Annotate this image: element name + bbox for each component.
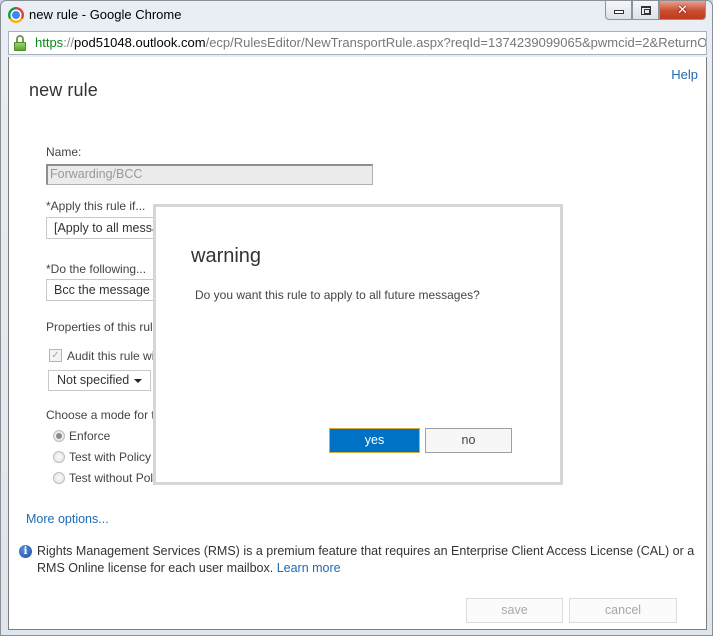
info-icon: i	[19, 545, 32, 558]
url-text[interactable]: https://pod51048.outlook.com/ecp/RulesEd…	[35, 32, 707, 54]
url-scheme: https	[35, 35, 64, 50]
lock-icon	[13, 35, 27, 51]
window-controls: ✕	[605, 1, 706, 21]
url-separator: ://	[63, 35, 75, 50]
apply-if-label: *Apply this rule if...	[46, 199, 146, 213]
radio-enforce[interactable]	[53, 430, 65, 442]
more-options-link[interactable]: More options...	[26, 512, 109, 526]
do-following-label: *Do the following...	[46, 262, 147, 276]
radio-enforce-label: Enforce	[69, 429, 111, 443]
cancel-button[interactable]: cancel	[569, 598, 677, 623]
name-field[interactable]: Forwarding/BCC	[46, 164, 373, 185]
help-link[interactable]: Help	[671, 67, 698, 82]
yes-button[interactable]: yes	[329, 428, 420, 453]
audit-checkbox[interactable]: ✓	[49, 349, 62, 362]
severity-value: Not specified	[57, 373, 130, 387]
name-label: Name:	[46, 145, 82, 159]
maximize-button[interactable]	[632, 1, 659, 20]
minimize-icon	[613, 10, 624, 14]
close-button[interactable]: ✕	[659, 1, 706, 20]
rms-info-message: Rights Management Services (RMS) is a pr…	[37, 544, 695, 575]
rms-info-text: Rights Management Services (RMS) is a pr…	[37, 543, 702, 577]
page-title: new rule	[29, 80, 98, 100]
window-title: new rule - Google Chrome	[29, 7, 182, 22]
maximize-icon	[640, 5, 651, 15]
no-button[interactable]: no	[425, 428, 512, 453]
title-bar: new rule - Google Chrome ✕	[1, 1, 712, 29]
browser-window: new rule - Google Chrome ✕ https://pod51…	[0, 0, 713, 636]
chevron-down-icon	[134, 379, 142, 383]
chrome-logo-icon	[8, 7, 24, 23]
properties-label: Properties of this rule:	[46, 320, 163, 334]
severity-select[interactable]: Not specified	[48, 370, 151, 391]
address-bar[interactable]: https://pod51048.outlook.com/ecp/RulesEd…	[8, 31, 707, 55]
dialog-message: Do you want this rule to apply to all fu…	[195, 288, 480, 302]
url-path: /ecp/RulesEditor/NewTransportRule.aspx?r…	[205, 35, 707, 50]
close-icon: ✕	[677, 2, 688, 18]
radio-test-with-tips[interactable]	[53, 451, 65, 463]
learn-more-link[interactable]: Learn more	[277, 561, 341, 575]
warning-dialog: warning Do you want this rule to apply t…	[153, 204, 563, 485]
minimize-button[interactable]	[605, 1, 632, 20]
save-button[interactable]: save	[466, 598, 563, 623]
url-host: pod51048.outlook.com	[74, 35, 206, 50]
radio-test-without-tips[interactable]	[53, 472, 65, 484]
dialog-title: warning	[191, 245, 262, 267]
